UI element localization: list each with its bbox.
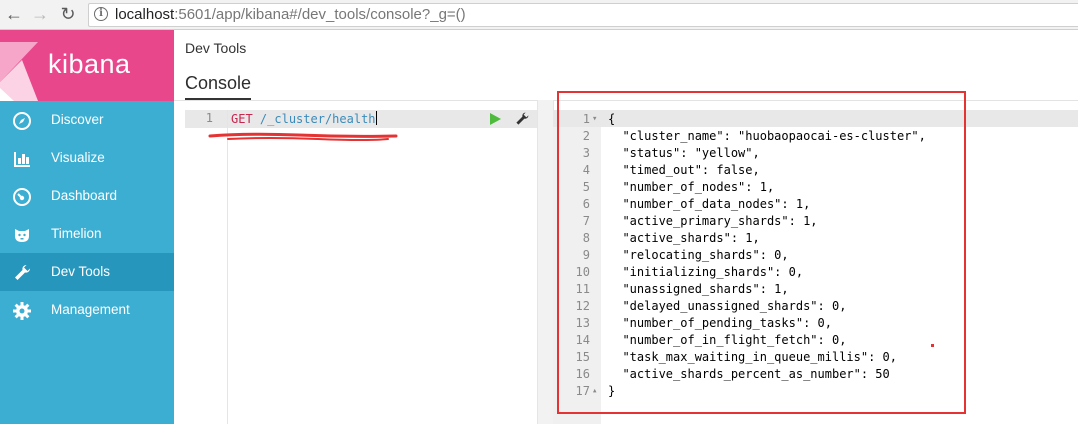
bar-chart-icon xyxy=(12,149,32,169)
tab-console[interactable]: Console xyxy=(185,73,252,100)
sidebar-item-label: Timelion xyxy=(51,226,102,241)
sidebar-item-visualize[interactable]: Visualize xyxy=(0,139,174,177)
kibana-logo-icon xyxy=(0,42,38,101)
sidebar-item-label: Management xyxy=(51,302,130,317)
sidebar-nav: Discover Visualize Dashboard Timelion De… xyxy=(0,101,174,329)
editor-line-number: 1 xyxy=(205,111,213,125)
request-editor[interactable]: 1 GET /_cluster/health xyxy=(185,110,537,424)
kibana-logo-text: kibana xyxy=(48,49,131,79)
sidebar-item-dashboard[interactable]: Dashboard xyxy=(0,177,174,215)
reload-icon[interactable]: ↻ xyxy=(58,4,78,24)
sidebar: kibana Discover Visualize Dashboard Time… xyxy=(0,30,174,424)
red-underline-annotation xyxy=(208,132,398,141)
request-path: /_cluster/health xyxy=(259,112,376,126)
red-dot-mark xyxy=(931,344,934,347)
gear-icon xyxy=(12,301,32,321)
sidebar-item-dev-tools[interactable]: Dev Tools xyxy=(0,253,174,291)
back-arrow-icon[interactable]: ← xyxy=(4,4,24,24)
wrench-icon[interactable] xyxy=(514,111,530,127)
dashboard-icon xyxy=(12,187,32,207)
timelion-icon xyxy=(12,225,32,245)
wrench-icon xyxy=(12,263,32,283)
pane-resizer[interactable] xyxy=(537,100,554,424)
sidebar-item-discover[interactable]: Discover xyxy=(0,101,174,139)
url-host: localhost xyxy=(115,6,175,23)
sidebar-item-label: Dashboard xyxy=(51,188,118,203)
kibana-logo[interactable]: kibana xyxy=(0,30,174,101)
red-highlight-box xyxy=(557,91,966,414)
url-path: :5601/app/kibana#/dev_tools/console?_g=(… xyxy=(174,6,466,23)
sidebar-item-timelion[interactable]: Timelion xyxy=(0,215,174,253)
address-bar[interactable]: i localhost:5601/app/kibana#/dev_tools/c… xyxy=(88,3,1078,27)
info-icon[interactable]: i xyxy=(94,7,108,21)
breadcrumb[interactable]: Dev Tools xyxy=(185,40,246,56)
request-method: GET xyxy=(231,112,253,126)
sidebar-item-management[interactable]: Management xyxy=(0,291,174,329)
compass-icon xyxy=(12,111,32,131)
url-text[interactable]: localhost:5601/app/kibana#/dev_tools/con… xyxy=(115,6,466,23)
sidebar-item-label: Dev Tools xyxy=(51,264,111,279)
browser-toolbar: ← → ↻ i localhost:5601/app/kibana#/dev_t… xyxy=(0,0,1078,30)
forward-arrow-icon[interactable]: → xyxy=(30,4,50,24)
editor-request-line[interactable]: GET /_cluster/health xyxy=(231,111,377,126)
text-cursor xyxy=(375,111,377,125)
play-icon[interactable] xyxy=(490,113,501,125)
sidebar-item-label: Discover xyxy=(51,112,104,127)
editor-gutter xyxy=(185,110,228,424)
sidebar-item-label: Visualize xyxy=(51,150,105,165)
